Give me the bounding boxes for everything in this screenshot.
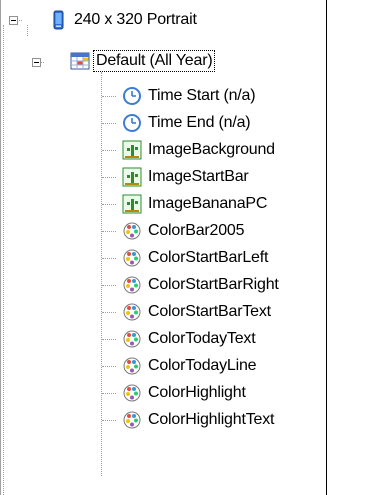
tree-connector <box>101 72 102 476</box>
color-palette-icon <box>122 275 142 295</box>
tree-node-item[interactable]: ColorStartBarRight <box>122 271 281 298</box>
tree-view-panel: 240 x 320 Portrait Default (All Year) Ti… <box>0 0 376 495</box>
tree-node-label: ColorHighlightText <box>148 410 275 428</box>
tree-node-root[interactable]: 240 x 320 Portrait <box>48 6 199 33</box>
tree-node-item[interactable]: ImageBananaPC <box>122 190 269 217</box>
tree-view[interactable]: 240 x 320 Portrait Default (All Year) Ti… <box>0 0 326 495</box>
color-palette-icon <box>122 383 142 403</box>
tree-node-item[interactable]: ImageBackground <box>122 136 277 163</box>
tree-node-item[interactable]: Time End (n/a) <box>122 109 252 136</box>
tree-node-item[interactable]: ColorTodayText <box>122 325 257 352</box>
image-cactus-icon <box>122 194 142 214</box>
collapse-toggle-root[interactable] <box>9 16 18 25</box>
tree-connector <box>27 25 28 36</box>
tree-node-label: Default (All Year) <box>92 49 216 72</box>
tree-connector <box>102 123 116 124</box>
tree-node-label: 240 x 320 Portrait <box>74 10 197 28</box>
tree-node-profile[interactable]: Default (All Year) <box>70 47 216 74</box>
tree-node-label: ColorTodayLine <box>148 356 257 374</box>
tree-connector <box>102 204 116 205</box>
color-palette-icon <box>122 329 142 349</box>
phone-device-icon <box>48 10 68 30</box>
tree-connector <box>102 339 116 340</box>
tree-node-item[interactable]: Time Start (n/a) <box>122 82 257 109</box>
tree-connector <box>102 177 116 178</box>
calendar-table-icon <box>70 51 90 71</box>
tree-node-label: ImageBananaPC <box>148 194 268 212</box>
collapse-toggle-profile[interactable] <box>32 58 41 67</box>
tree-node-label: ColorHighlight <box>148 383 246 401</box>
color-palette-icon <box>122 248 142 268</box>
image-cactus-icon <box>122 167 142 187</box>
tree-node-label: ColorStartBarRight <box>148 275 279 293</box>
clock-icon <box>122 86 142 106</box>
tree-node-label: ColorStartBarText <box>148 302 271 320</box>
panel-right-border <box>326 0 327 495</box>
tree-connector <box>102 366 116 367</box>
tree-connector <box>3 25 4 495</box>
tree-node-label: ImageStartBar <box>148 167 249 185</box>
tree-node-item[interactable]: ImageStartBar <box>122 163 251 190</box>
tree-connector <box>102 231 116 232</box>
tree-connector <box>102 150 116 151</box>
tree-connector <box>102 312 116 313</box>
clock-icon <box>122 113 142 133</box>
tree-connector <box>102 96 116 97</box>
tree-connector <box>102 258 116 259</box>
tree-node-item[interactable]: ColorHighlight <box>122 379 248 406</box>
tree-node-label: Time Start (n/a) <box>148 86 256 104</box>
color-palette-icon <box>122 410 142 430</box>
tree-node-label: ImageBackground <box>148 140 275 158</box>
color-palette-icon <box>122 302 142 322</box>
image-cactus-icon <box>122 140 142 160</box>
color-palette-icon <box>122 221 142 241</box>
tree-node-label: Time End (n/a) <box>148 113 251 131</box>
tree-connector <box>102 285 116 286</box>
tree-node-item[interactable]: ColorTodayLine <box>122 352 258 379</box>
tree-connector <box>102 420 116 421</box>
tree-node-label: ColorStartBarLeft <box>148 248 269 266</box>
tree-node-label: ColorBar2005 <box>148 221 245 239</box>
tree-node-item[interactable]: ColorStartBarLeft <box>122 244 270 271</box>
tree-connector <box>102 393 116 394</box>
tree-node-item[interactable]: ColorBar2005 <box>122 217 246 244</box>
tree-node-item[interactable]: ColorStartBarText <box>122 298 273 325</box>
tree-node-item[interactable]: ColorHighlightText <box>122 406 276 433</box>
color-palette-icon <box>122 356 142 376</box>
tree-node-label: ColorTodayText <box>148 329 256 347</box>
